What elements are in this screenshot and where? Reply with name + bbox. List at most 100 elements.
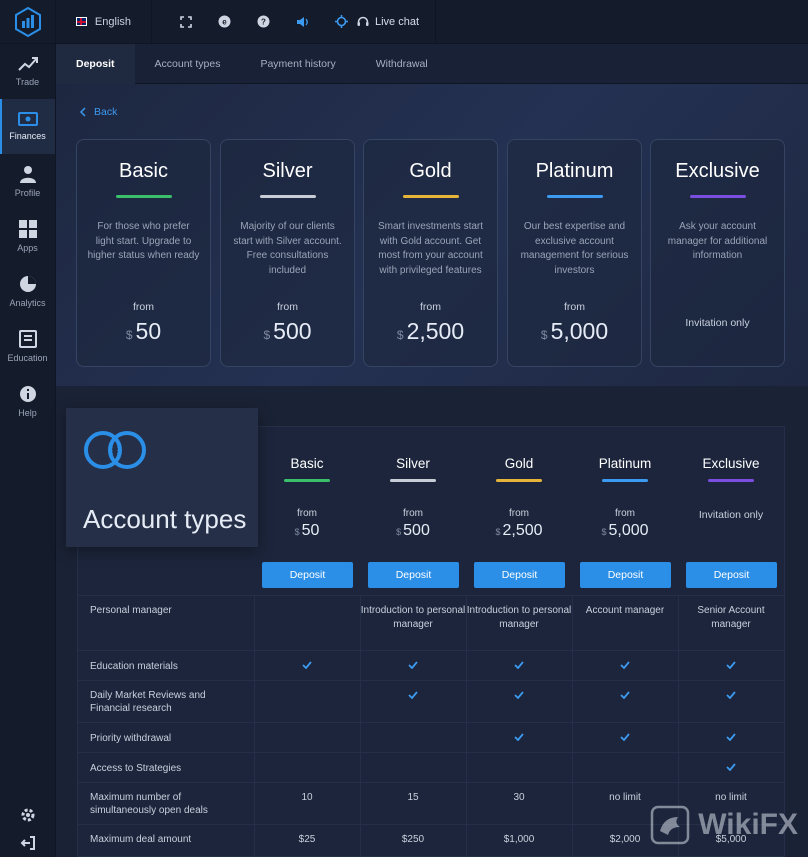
sidebar-item-profile[interactable]: Profile	[0, 154, 55, 209]
help-button[interactable]: ?	[244, 15, 283, 28]
settings-button[interactable]	[0, 801, 56, 829]
svg-text:e: e	[222, 18, 227, 27]
table-row: Education materials	[77, 650, 785, 680]
live-chat-button[interactable]: Live chat	[357, 16, 419, 28]
sidebar-item-label: Apps	[17, 243, 38, 253]
card-title: Exclusive	[675, 160, 760, 182]
deposit-button-basic[interactable]: Deposit	[262, 562, 353, 588]
deposit-button-silver[interactable]: Deposit	[368, 562, 459, 588]
checkmark-icon	[514, 661, 524, 669]
currency-symbol: $	[495, 527, 501, 537]
fullscreen-button[interactable]	[166, 15, 205, 28]
sound-button[interactable]	[283, 16, 322, 28]
grid-icon	[18, 220, 37, 238]
watermark: WikiFX	[650, 805, 798, 845]
rings-logo-icon	[84, 431, 146, 469]
watermark-text: WikiFX	[698, 808, 798, 841]
card-price: $5,000	[508, 318, 641, 345]
account-card-platinum[interactable]: Platinum Our best expertise and exclusiv…	[507, 139, 642, 367]
sidebar-item-label: Education	[7, 353, 48, 363]
sidebar-item-education[interactable]: Education	[0, 319, 55, 374]
card-title: Platinum	[535, 160, 614, 182]
checkmark-icon	[726, 691, 736, 699]
tab-payment-history[interactable]: Payment history	[240, 44, 355, 84]
account-card-gold[interactable]: Gold Smart investments start with Gold a…	[363, 139, 498, 367]
price-value: 2,500	[406, 318, 465, 344]
row-label: Personal manager	[90, 605, 172, 616]
sidebar-bottom	[0, 801, 56, 857]
tab-account-types[interactable]: Account types	[135, 44, 241, 84]
finance-tabs: Deposit Account types Payment history Wi…	[56, 43, 808, 84]
card-title: Silver	[262, 160, 313, 182]
sidebar-item-help[interactable]: Help	[0, 374, 55, 429]
speaker-icon	[297, 16, 308, 27]
account-card-exclusive[interactable]: Exclusive Ask your account manager for a…	[650, 139, 785, 367]
column-name: Basic	[290, 456, 324, 471]
deposit-button-platinum[interactable]: Deposit	[580, 562, 671, 588]
column-accent-line	[284, 479, 330, 482]
row-cell: 10	[301, 792, 313, 803]
sidebar-item-label: Finances	[9, 131, 46, 141]
row-cell-check	[678, 690, 784, 704]
gear-icon	[21, 808, 35, 822]
deposit-button-exclusive[interactable]: Deposit	[686, 562, 777, 588]
row-cell: $25	[298, 834, 316, 845]
sidebar-item-apps[interactable]: Apps	[0, 209, 55, 264]
tab-deposit[interactable]: Deposit	[56, 43, 135, 84]
column-price: $2,500	[466, 522, 572, 540]
column-name: Platinum	[598, 456, 652, 471]
deposit-button-gold[interactable]: Deposit	[474, 562, 565, 588]
card-description: Ask your account manager for additional …	[667, 221, 768, 261]
sidebar-item-trade[interactable]: Trade	[0, 44, 55, 99]
account-card-basic[interactable]: Basic For those who prefer light start. …	[76, 139, 211, 367]
table-row: Personal manager Introduction to personal…	[77, 595, 785, 650]
row-cell-check	[360, 660, 466, 674]
back-label: Back	[94, 106, 118, 118]
book-icon	[18, 330, 37, 348]
checkmark-icon	[408, 661, 418, 669]
sidebar-item-analytics[interactable]: Analytics	[0, 264, 55, 319]
column-price: $50	[254, 522, 360, 540]
wallet-icon	[17, 112, 38, 126]
price-value: 5,000	[550, 318, 609, 344]
row-cell: no limit	[715, 792, 747, 803]
row-cell: Introduction to personal manager	[360, 605, 466, 630]
row-cell-check	[360, 690, 466, 704]
price-value: 500	[403, 522, 430, 539]
bonus-button[interactable]: e	[205, 15, 244, 28]
app-logo[interactable]	[0, 0, 55, 44]
card-from: from	[420, 301, 441, 313]
account-card-silver[interactable]: Silver Majority of our clients start wit…	[220, 139, 355, 367]
column-from: from	[509, 508, 529, 519]
row-cell-check	[678, 660, 784, 674]
crosshair-icon	[335, 15, 348, 28]
card-description: Smart investments start with Gold accoun…	[377, 221, 484, 276]
checkmark-icon	[514, 733, 524, 741]
back-link[interactable]: Back	[80, 106, 117, 118]
price-value: 2,500	[502, 522, 543, 539]
account-hero: Back Basic For those who prefer light st…	[56, 84, 808, 386]
tab-withdrawal[interactable]: Withdrawal	[356, 44, 448, 84]
card-invitation: Invitation only	[685, 317, 750, 329]
sidebar-item-label: Help	[18, 408, 37, 418]
checkmark-icon	[726, 763, 736, 771]
sidebar-item-finances[interactable]: Finances	[0, 99, 55, 154]
table-row: Priority withdrawal	[77, 722, 785, 752]
card-from: from	[133, 301, 154, 313]
logout-button[interactable]	[0, 829, 56, 857]
card-accent-line	[115, 195, 172, 198]
target-button[interactable]	[322, 15, 361, 28]
card-accent-line	[546, 195, 603, 198]
column-silver: Silver from $500	[360, 426, 466, 540]
column-platinum: Platinum from $5,000	[572, 426, 678, 540]
live-chat-label: Live chat	[375, 15, 420, 28]
price-value: 5,000	[608, 522, 649, 539]
table-row: Daily Market Reviews and Financial resea…	[77, 680, 785, 722]
card-from: from	[277, 301, 298, 313]
headset-icon	[357, 16, 369, 26]
card-price: $50	[77, 318, 210, 345]
row-cell-check	[678, 732, 784, 746]
row-cell: $1,000	[503, 834, 535, 845]
row-cell-check	[572, 732, 678, 746]
language-selector[interactable]: English	[56, 0, 152, 44]
